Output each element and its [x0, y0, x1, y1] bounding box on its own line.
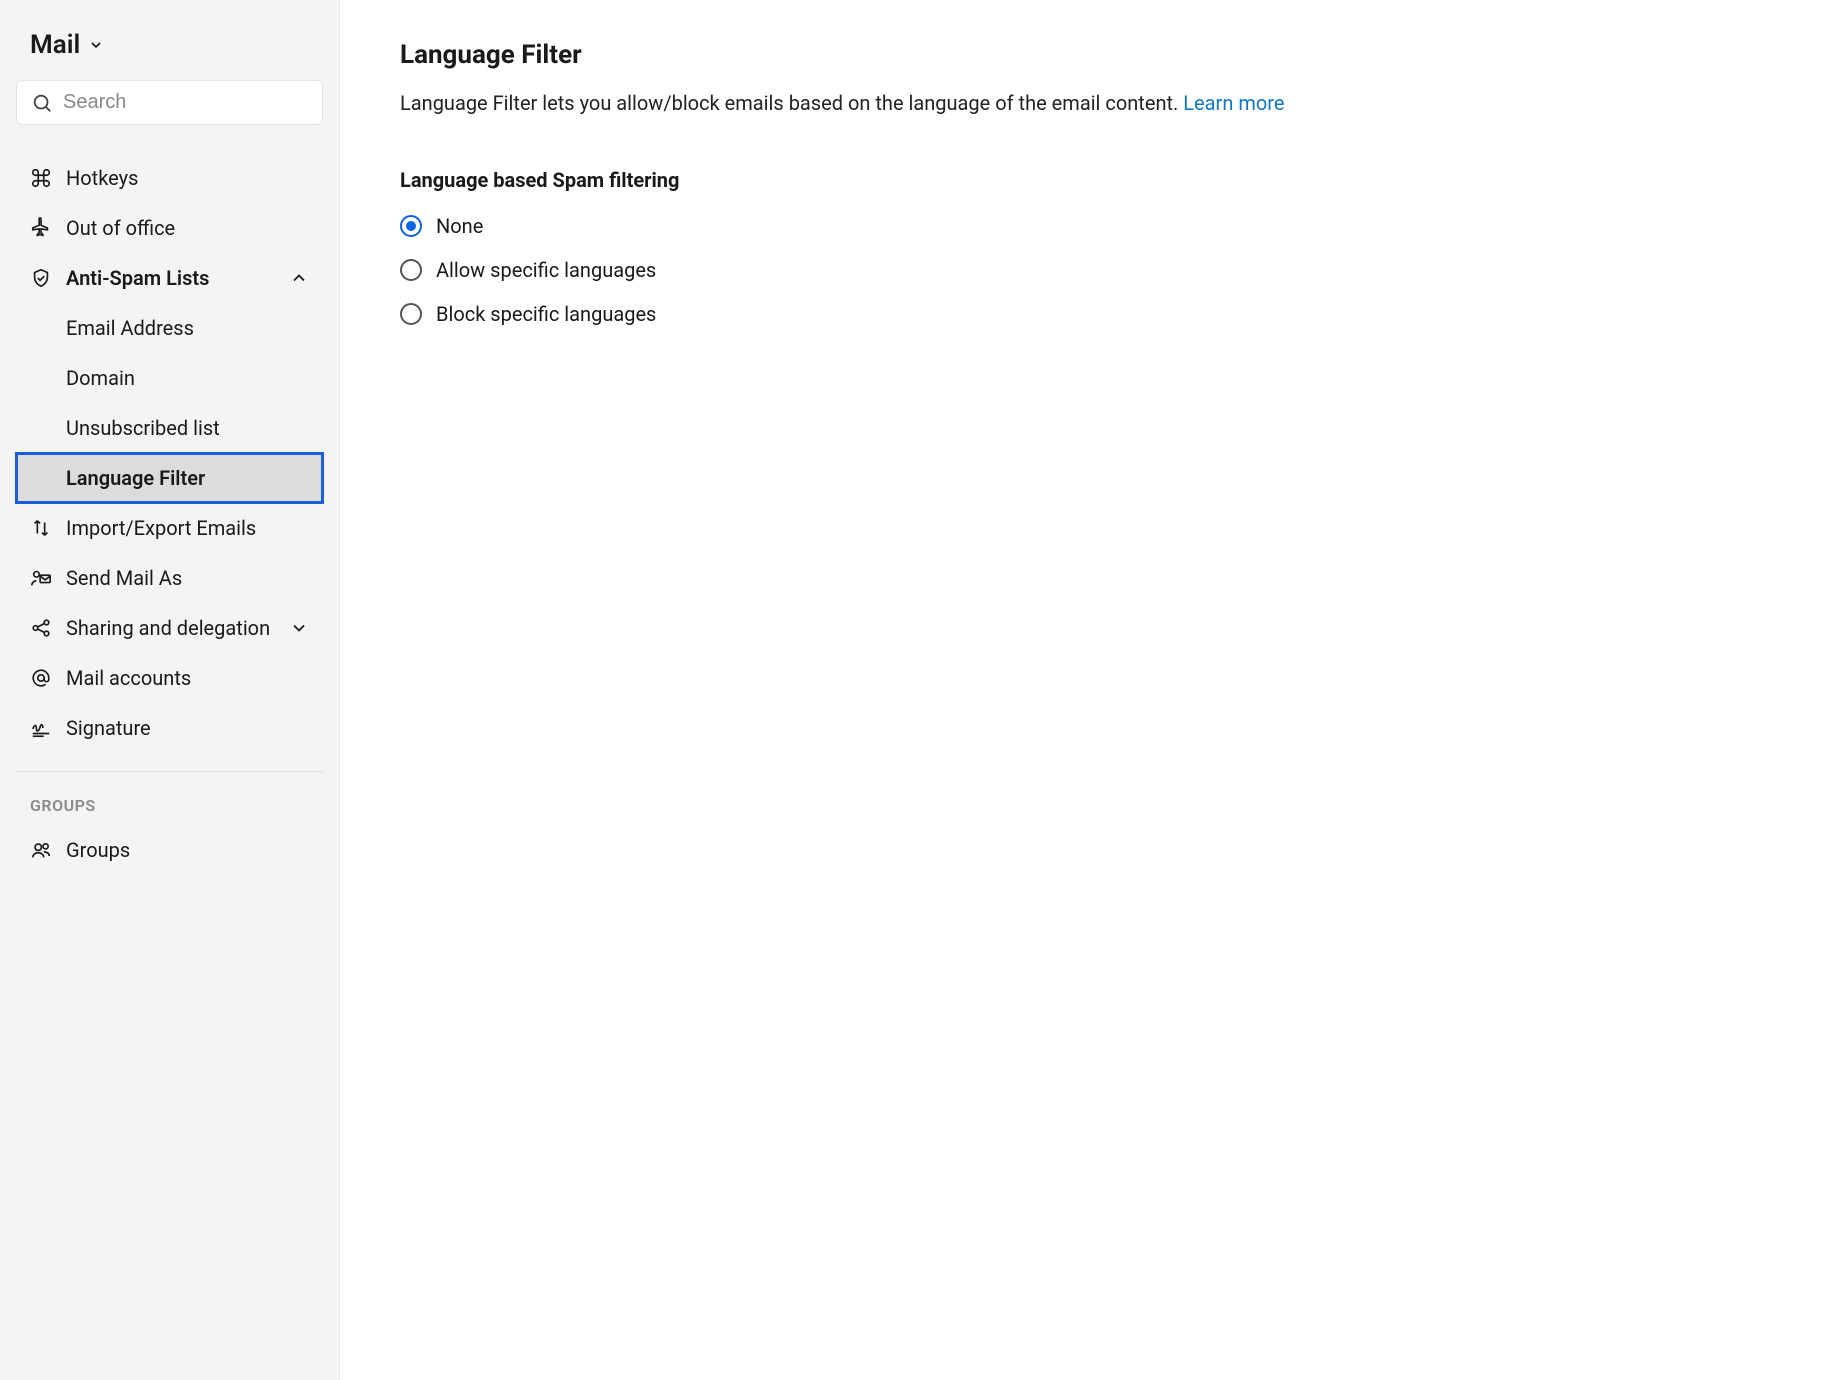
radio-option-block[interactable]: Block specific languages — [400, 302, 1794, 326]
sidebar-item-anti-spam[interactable]: Anti-Spam Lists — [16, 253, 323, 303]
sidebar-subitem-domain[interactable]: Domain — [16, 353, 323, 403]
sidebar-item-label: Import/Export Emails — [66, 516, 309, 540]
chevron-down-icon — [289, 618, 309, 638]
radio-label: None — [436, 214, 483, 238]
sidebar: Mail Hotkeys Out of office Anti-Spam Lis… — [0, 0, 340, 1380]
command-icon — [30, 167, 52, 189]
radio-icon — [400, 215, 422, 237]
description-text: Language Filter lets you allow/block ema… — [400, 91, 1183, 115]
sidebar-item-hotkeys[interactable]: Hotkeys — [16, 153, 323, 203]
radio-label: Block specific languages — [436, 302, 656, 326]
airplane-icon — [30, 217, 52, 239]
sidebar-item-sharing[interactable]: Sharing and delegation — [16, 603, 323, 653]
sidebar-item-label: Unsubscribed list — [66, 416, 220, 440]
sidebar-item-mail-accounts[interactable]: Mail accounts — [16, 653, 323, 703]
search-icon — [31, 92, 53, 114]
radio-icon — [400, 303, 422, 325]
main-content: Language Filter Language Filter lets you… — [340, 0, 1822, 1380]
chevron-up-icon — [289, 268, 309, 288]
sidebar-divider — [16, 771, 323, 772]
sidebar-section-switcher[interactable]: Mail — [16, 30, 323, 80]
radio-option-allow[interactable]: Allow specific languages — [400, 258, 1794, 282]
sidebar-item-label: Hotkeys — [66, 166, 309, 190]
sidebar-item-out-of-office[interactable]: Out of office — [16, 203, 323, 253]
sidebar-item-label: Domain — [66, 366, 135, 390]
sidebar-item-label: Send Mail As — [66, 566, 309, 590]
sidebar-subitem-email-address[interactable]: Email Address — [16, 303, 323, 353]
sidebar-subitem-unsubscribed[interactable]: Unsubscribed list — [16, 403, 323, 453]
page-title: Language Filter — [400, 40, 1794, 70]
sidebar-item-label: Anti-Spam Lists — [66, 266, 289, 290]
signature-icon — [30, 717, 52, 739]
learn-more-link[interactable]: Learn more — [1183, 91, 1284, 115]
user-mail-icon — [30, 567, 52, 589]
filter-subheading: Language based Spam filtering — [400, 168, 1794, 192]
sidebar-item-label: Language Filter — [66, 466, 205, 490]
sidebar-item-label: Signature — [66, 716, 309, 740]
search-box[interactable] — [16, 80, 323, 125]
sidebar-item-import-export[interactable]: Import/Export Emails — [16, 503, 323, 553]
users-icon — [30, 839, 52, 861]
sidebar-nav-groups: Groups — [16, 825, 323, 875]
sidebar-item-label: Out of office — [66, 216, 309, 240]
sidebar-section-groups-label: GROUPS — [16, 790, 323, 825]
sidebar-nav: Hotkeys Out of office Anti-Spam Lists Em… — [16, 153, 323, 753]
sidebar-item-signature[interactable]: Signature — [16, 703, 323, 753]
radio-icon — [400, 259, 422, 281]
sidebar-title: Mail — [30, 30, 80, 60]
search-input[interactable] — [63, 91, 308, 114]
sidebar-item-send-mail-as[interactable]: Send Mail As — [16, 553, 323, 603]
page-description: Language Filter lets you allow/block ema… — [400, 88, 1794, 118]
sidebar-item-groups[interactable]: Groups — [16, 825, 323, 875]
shield-icon — [30, 267, 52, 289]
radio-option-none[interactable]: None — [400, 214, 1794, 238]
language-filter-radio-group: None Allow specific languages Block spec… — [400, 214, 1794, 326]
sidebar-item-label: Sharing and delegation — [66, 616, 289, 640]
sidebar-item-label: Mail accounts — [66, 666, 309, 690]
sidebar-item-label: Email Address — [66, 316, 194, 340]
arrows-up-down-icon — [30, 517, 52, 539]
sidebar-subitem-language-filter[interactable]: Language Filter — [16, 453, 323, 503]
share-icon — [30, 617, 52, 639]
anti-spam-sublist: Email Address Domain Unsubscribed list L… — [16, 303, 323, 503]
radio-label: Allow specific languages — [436, 258, 656, 282]
sidebar-item-label: Groups — [66, 838, 309, 862]
at-icon — [30, 667, 52, 689]
chevron-down-icon — [88, 37, 104, 53]
